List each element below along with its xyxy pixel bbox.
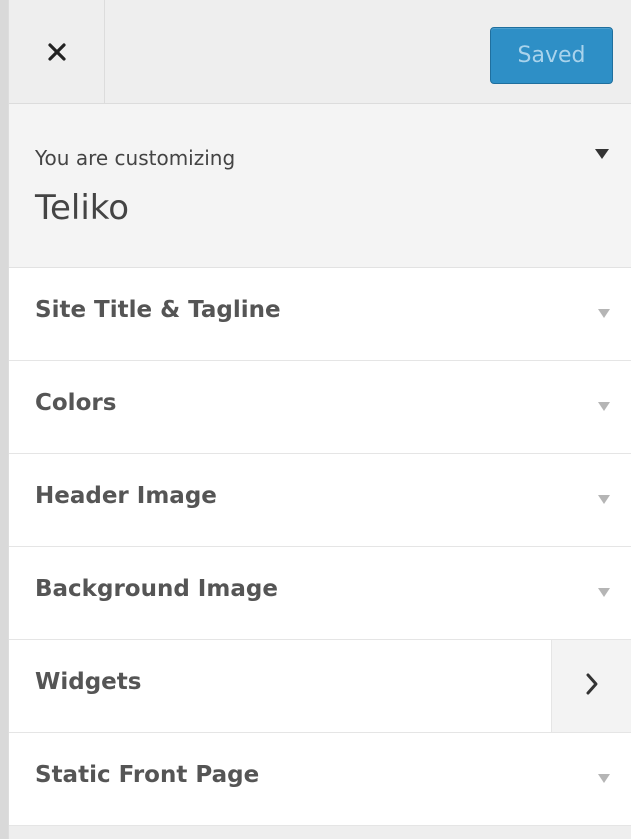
section-label: Background Image <box>35 576 278 602</box>
section-label: Static Front Page <box>35 762 260 788</box>
triangle-down-icon[interactable] <box>595 149 609 159</box>
section-label: Header Image <box>35 483 217 509</box>
section-widgets[interactable]: Widgets <box>9 640 631 733</box>
theme-name: Teliko <box>35 188 130 228</box>
section-label: Widgets <box>35 669 142 695</box>
panel-footer-space <box>9 826 631 839</box>
customizer-panel: Saved You are customizing Teliko Site Ti… <box>8 0 631 839</box>
section-header-image[interactable]: Header Image <box>9 454 631 547</box>
section-background-image[interactable]: Background Image <box>9 547 631 640</box>
widgets-open-button[interactable] <box>551 640 631 732</box>
section-site-title-tagline[interactable]: Site Title & Tagline <box>9 268 631 361</box>
chevron-right-icon <box>585 672 599 700</box>
customizer-header: Saved <box>9 0 631 104</box>
triangle-down-icon <box>598 774 610 783</box>
section-static-front-page[interactable]: Static Front Page <box>9 733 631 826</box>
triangle-down-icon <box>598 588 610 597</box>
customizer-sections: Site Title & Tagline Colors Header Image… <box>9 268 631 826</box>
section-label: Colors <box>35 390 117 416</box>
section-label: Site Title & Tagline <box>35 297 281 323</box>
close-button[interactable] <box>9 0 105 103</box>
customizing-label: You are customizing <box>35 146 236 170</box>
close-icon <box>47 42 66 61</box>
section-colors[interactable]: Colors <box>9 361 631 454</box>
triangle-down-icon <box>598 402 610 411</box>
triangle-down-icon <box>598 495 610 504</box>
customizing-info: You are customizing Teliko <box>9 104 631 268</box>
triangle-down-icon <box>598 309 610 318</box>
saved-button[interactable]: Saved <box>490 27 613 84</box>
